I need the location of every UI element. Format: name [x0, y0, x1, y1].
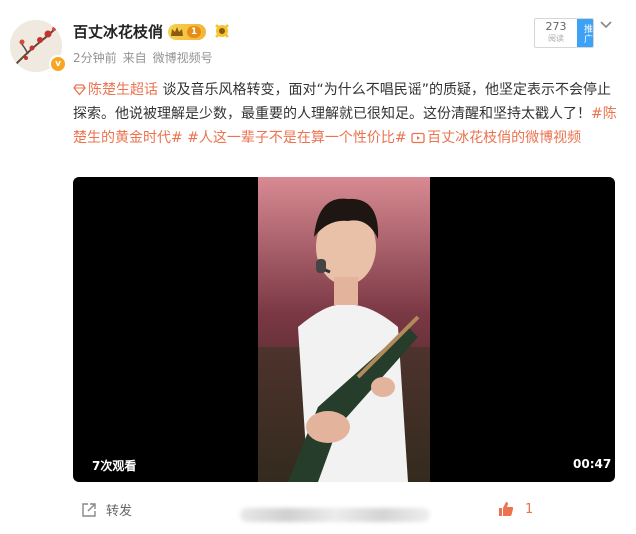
vip-badge[interactable]: 1 — [168, 24, 206, 40]
view-count: 7次观看 — [92, 459, 137, 473]
read-count-label: 阅读 — [548, 34, 564, 43]
post-time[interactable]: 2分钟前 — [73, 51, 117, 65]
repost-button[interactable]: 转发 — [80, 500, 132, 519]
diamond-icon — [73, 84, 86, 96]
video-duration: 00:47 — [573, 457, 612, 471]
chevron-down-icon[interactable] — [599, 18, 613, 32]
promote-box[interactable]: 273 阅读 推广 — [534, 18, 594, 48]
crown-icon — [171, 27, 183, 36]
post-meta: 2分钟前 来自 微博视频号 — [73, 49, 219, 66]
username[interactable]: 百丈冰花枝俏 — [73, 21, 163, 42]
hashtag-link[interactable]: #人这一辈子不是在算一个性价比# — [187, 130, 406, 146]
post-source[interactable]: 微博视频号 — [153, 51, 213, 65]
thumbs-up-icon — [499, 502, 514, 516]
weibo-post-card: v 百丈冰花枝俏 1 2分钟前 来自 微博视频号 273 阅读 推广 陈楚生超话 谈… — [0, 0, 636, 534]
video-link-label: 百丈冰花枝俏的微博视频 — [427, 130, 582, 146]
repost-label: 转发 — [106, 504, 133, 519]
read-count: 273 阅读 — [535, 19, 577, 47]
video-icon — [411, 132, 425, 144]
repost-icon — [82, 502, 96, 517]
topic-link-label: 陈楚生超话 — [88, 82, 158, 98]
read-count-value: 273 — [545, 20, 567, 33]
source-prefix: 来自 — [122, 51, 147, 65]
post-text: 陈楚生超话 谈及音乐风格转变，面对“为什么不唱民谣”的质疑，他坚定表示不会停止探… — [73, 78, 618, 150]
video-player[interactable] — [73, 177, 615, 482]
like-count: 1 — [525, 501, 534, 517]
promote-tag[interactable]: 推广 — [577, 19, 593, 47]
sunflower-icon[interactable] — [214, 23, 230, 39]
verified-badge-icon: v — [49, 55, 67, 73]
video-link[interactable]: 百丈冰花枝俏的微博视频 — [411, 130, 581, 146]
topic-link[interactable]: 陈楚生超话 — [73, 82, 158, 98]
vip-level: 1 — [187, 26, 201, 38]
video-frame — [258, 177, 430, 482]
comment-placeholder[interactable] — [240, 508, 430, 522]
like-button[interactable]: 1 — [497, 500, 533, 518]
